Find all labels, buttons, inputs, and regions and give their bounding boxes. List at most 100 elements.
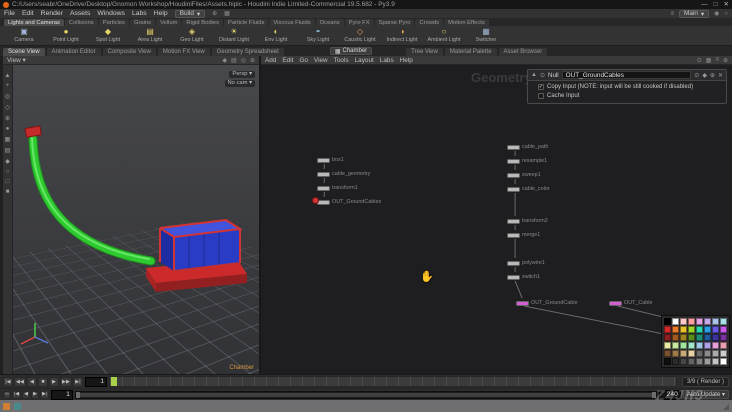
network-filter-icon[interactable]: ≡ bbox=[715, 57, 719, 64]
shelf-tab-grains[interactable]: Grains bbox=[129, 19, 156, 26]
palette-swatch-40[interactable] bbox=[664, 358, 671, 365]
pane-maximize-icon[interactable]: ⊕ bbox=[723, 57, 728, 64]
playback-option-button[interactable]: ◀ bbox=[21, 390, 30, 399]
node-shape[interactable] bbox=[507, 232, 520, 238]
palette-swatch-15[interactable] bbox=[720, 326, 727, 333]
viewport-canvas[interactable]: Persp ▾ No cam ▾ Chamber bbox=[13, 65, 259, 374]
playhead[interactable] bbox=[110, 377, 117, 386]
node-resample1[interactable]: resample1 bbox=[507, 158, 547, 164]
node-polywire1[interactable]: polywire1 bbox=[507, 260, 545, 266]
shelf-tab-motion-effects[interactable]: Motion Effects bbox=[444, 19, 489, 26]
palette-swatch-13[interactable] bbox=[704, 326, 711, 333]
range-start-handle[interactable] bbox=[75, 391, 80, 398]
palette-swatch-16[interactable] bbox=[664, 334, 671, 341]
shelf-tool-area-light[interactable]: ▤ Area Light bbox=[132, 28, 168, 44]
shelf-tab-crowds[interactable]: Crowds bbox=[415, 19, 444, 26]
node-shape[interactable] bbox=[507, 172, 520, 178]
network-menu-edit[interactable]: Edit bbox=[282, 57, 293, 64]
shelf-tool-point-light[interactable]: ● Point Light bbox=[48, 28, 84, 44]
pane-tab-tree-view[interactable]: Tree View bbox=[406, 48, 443, 56]
view-type-badge[interactable]: Persp ▾ bbox=[229, 71, 255, 78]
node-shape[interactable] bbox=[507, 274, 520, 280]
node-out-groundcables[interactable]: OUT_GroundCables bbox=[312, 197, 381, 205]
select-tool-icon[interactable]: ▲ bbox=[5, 73, 11, 79]
palette-swatch-44[interactable] bbox=[696, 358, 703, 365]
network-breadcrumb[interactable]: ▦ Chamber bbox=[329, 47, 373, 55]
transport-[interactable]: |◀ bbox=[3, 376, 13, 387]
pane-tab-animation-editor[interactable]: Animation Editor bbox=[46, 48, 101, 56]
node-shape[interactable] bbox=[516, 300, 529, 306]
palette-swatch-7[interactable] bbox=[720, 318, 727, 325]
palette-swatch-41[interactable] bbox=[672, 358, 679, 365]
node-shape[interactable] bbox=[317, 171, 330, 177]
shelf-tool-indirect-light[interactable]: ◑ Indirect Light bbox=[384, 28, 420, 44]
palette-swatch-3[interactable] bbox=[688, 318, 695, 325]
node-shape[interactable] bbox=[507, 260, 520, 266]
shelf-tab-pyro-fx[interactable]: Pyro FX bbox=[344, 19, 374, 26]
palette-swatch-9[interactable] bbox=[672, 326, 679, 333]
layout-icon[interactable]: ▦ bbox=[224, 10, 230, 17]
palette-swatch-11[interactable] bbox=[688, 326, 695, 333]
palette-swatch-46[interactable] bbox=[712, 358, 719, 365]
palette-swatch-38[interactable] bbox=[712, 350, 719, 357]
transport-[interactable]: ▶| bbox=[72, 376, 83, 387]
palette-swatch-6[interactable] bbox=[712, 318, 719, 325]
palette-swatch-17[interactable] bbox=[672, 334, 679, 341]
node-cable-color[interactable]: cable_color bbox=[507, 186, 550, 192]
shelf-tool-sky-light[interactable]: ◓ Sky Light bbox=[300, 28, 336, 44]
palette-swatch-24[interactable] bbox=[664, 342, 671, 349]
hammer-icon[interactable]: ⊕ bbox=[212, 10, 217, 17]
node-cable-geometry[interactable]: cable_geometry bbox=[317, 171, 370, 177]
snap-prim-icon[interactable]: ◆ bbox=[5, 158, 10, 165]
menu-render[interactable]: Render bbox=[41, 10, 63, 17]
node-sweep1[interactable]: sweep1 bbox=[507, 172, 541, 178]
camera-selector-badge[interactable]: No cam ▾ bbox=[224, 80, 255, 87]
network-menu-layout[interactable]: Layout bbox=[355, 57, 374, 64]
transport-[interactable]: ◀◀ bbox=[14, 376, 26, 387]
playback-option-button[interactable]: |◀ bbox=[12, 390, 21, 399]
playback-option-button[interactable]: ▶| bbox=[39, 390, 49, 399]
node-name-field[interactable]: OUT_GroundCables bbox=[561, 71, 692, 79]
scale-tool-icon[interactable]: ◇ bbox=[5, 104, 10, 111]
node-transform1[interactable]: transform1 bbox=[317, 185, 358, 191]
palette-swatch-20[interactable] bbox=[696, 334, 703, 341]
menu-assets[interactable]: Assets bbox=[70, 10, 90, 17]
menu-edit[interactable]: Edit bbox=[22, 10, 34, 17]
desktop-selector[interactable]: Build ▾ bbox=[174, 9, 206, 18]
cable-tube[interactable] bbox=[29, 135, 155, 265]
shelf-tool-distant-light[interactable]: ☀ Distant Light bbox=[216, 28, 252, 44]
palette-swatch-25[interactable] bbox=[672, 342, 679, 349]
menu-labs[interactable]: Labs bbox=[132, 10, 147, 17]
resize-grip[interactable]: ◢ bbox=[723, 402, 729, 411]
close-button[interactable]: ✕ bbox=[724, 1, 729, 9]
palette-swatch-5[interactable] bbox=[704, 318, 711, 325]
menu-help[interactable]: Help bbox=[154, 10, 168, 17]
network-menu-help[interactable]: Help bbox=[400, 57, 413, 64]
range-end-handle[interactable] bbox=[651, 391, 656, 398]
pose-tool-icon[interactable]: ● bbox=[6, 126, 10, 132]
node-shape[interactable] bbox=[507, 144, 520, 150]
snap-grid-icon[interactable]: ▤ bbox=[5, 147, 11, 154]
node-shape[interactable] bbox=[609, 300, 622, 306]
viewport-menu-button[interactable]: View ▾ bbox=[7, 56, 26, 64]
transport-[interactable]: ■ bbox=[37, 376, 48, 387]
shelf-tool-geo-light[interactable]: ◈ Geo Light bbox=[174, 28, 210, 44]
shelf-tool-env-light[interactable]: ◐ Env Light bbox=[258, 28, 294, 44]
render-progress-chip[interactable]: 3/9 ( Render ) bbox=[681, 376, 729, 387]
node-cable-path[interactable]: cable_path bbox=[507, 144, 548, 150]
checkbox-unchecked[interactable] bbox=[538, 93, 544, 99]
network-overview-icon[interactable]: ▦ bbox=[706, 57, 712, 64]
node-switch1[interactable]: switch1 bbox=[507, 274, 540, 280]
range-start-field[interactable]: 1 bbox=[50, 389, 73, 400]
palette-swatch-39[interactable] bbox=[720, 350, 727, 357]
menu-windows[interactable]: Windows bbox=[97, 10, 125, 17]
palette-swatch-35[interactable] bbox=[688, 350, 695, 357]
palette-swatch-0[interactable] bbox=[664, 318, 671, 325]
palette-swatch-19[interactable] bbox=[688, 334, 695, 341]
palette-swatch-45[interactable] bbox=[704, 358, 711, 365]
shelf-tool-spot-light[interactable]: ◆ Spot Light bbox=[90, 28, 126, 44]
close-icon[interactable]: ✕ bbox=[718, 72, 723, 79]
palette-swatch-34[interactable] bbox=[680, 350, 687, 357]
transport-[interactable]: ◀ bbox=[26, 376, 37, 387]
network-search-icon[interactable]: ⊙ bbox=[697, 57, 702, 64]
